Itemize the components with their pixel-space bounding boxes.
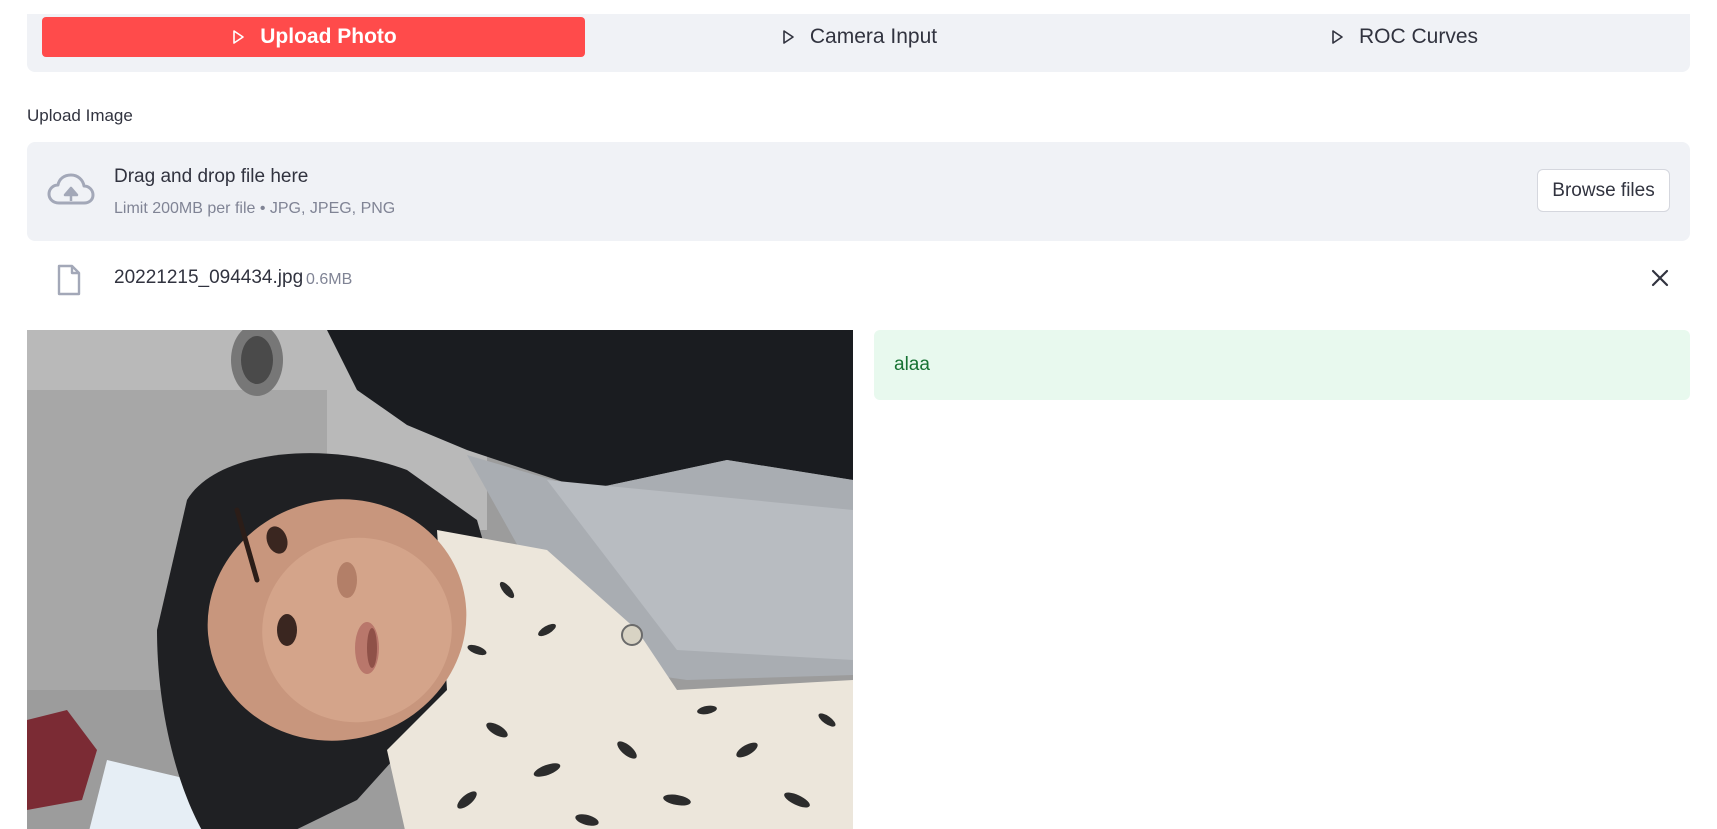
uploaded-photo [27, 330, 853, 829]
file-dropzone[interactable]: Drag and drop file here Limit 200MB per … [27, 142, 1690, 241]
dropzone-limit-text: Limit 200MB per file • JPG, JPEG, PNG [114, 200, 396, 217]
play-triangle-icon [783, 30, 794, 44]
play-triangle-icon [1332, 30, 1343, 44]
upload-image-label: Upload Image [27, 106, 133, 125]
uploaded-file-row: 20221215_094434.jpg 0.6MB [27, 258, 1690, 300]
tab-bar: Upload Photo Camera Input ROC Curves [27, 14, 1690, 72]
close-icon[interactable] [1648, 266, 1672, 290]
tab-label: Camera Input [809, 25, 938, 48]
cloud-upload-icon [47, 173, 95, 205]
play-triangle-icon [233, 30, 245, 44]
dropzone-title: Drag and drop file here [114, 166, 309, 187]
tab-label: ROC Curves [1358, 25, 1479, 48]
tab-camera-input[interactable]: Camera Input [587, 17, 1130, 57]
file-name: 20221215_094434.jpg [114, 267, 304, 288]
app-page: Upload Photo Camera Input ROC Curves Upl… [0, 0, 1717, 829]
photo-illustration [27, 330, 853, 829]
prediction-result-alert: alaa [874, 330, 1690, 400]
tab-roc-curves[interactable]: ROC Curves [1132, 17, 1675, 57]
browse-files-button[interactable]: Browse files [1537, 169, 1670, 212]
tab-upload-photo[interactable]: Upload Photo [42, 17, 585, 57]
prediction-result-text: alaa [894, 354, 930, 375]
file-size: 0.6MB [306, 271, 353, 288]
tab-label: Upload Photo [260, 25, 397, 48]
file-icon [57, 264, 81, 296]
